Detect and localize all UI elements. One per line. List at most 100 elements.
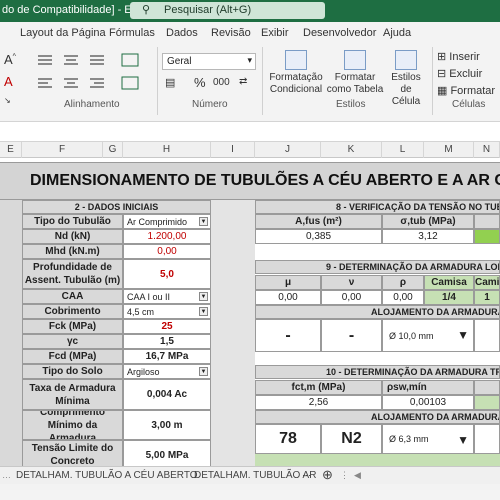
label-mhd: Mhd (kN.m) bbox=[22, 244, 123, 259]
column-header[interactable]: G bbox=[103, 142, 123, 158]
status-bar bbox=[0, 484, 500, 500]
format-button[interactable]: ▦ Formatar bbox=[437, 84, 495, 97]
tab-review[interactable]: Revisão bbox=[211, 27, 251, 39]
currency-icon[interactable]: ▤ bbox=[165, 76, 175, 89]
tab-developer[interactable]: Desenvolvedor bbox=[303, 27, 376, 39]
col-label-sigma-tub: σ,tub (MPa) bbox=[382, 214, 474, 229]
decimal-icon[interactable]: ⇄ bbox=[239, 76, 247, 87]
label-fck: Fck (MPa) bbox=[22, 319, 123, 334]
select-value: Ø 6,3 mm bbox=[389, 434, 429, 444]
chevron-down-icon[interactable]: ▼ bbox=[199, 292, 208, 301]
tab-page-layout[interactable]: Layout da Página bbox=[20, 27, 106, 39]
value-camisa: 1/4 bbox=[424, 290, 474, 305]
green-strip bbox=[255, 454, 500, 466]
value-bar-position-transv: N2 bbox=[321, 424, 382, 454]
column-header[interactable]: I bbox=[211, 142, 255, 158]
scroll-left-icon[interactable]: … bbox=[2, 470, 11, 480]
col-label-mu: μ bbox=[255, 275, 321, 290]
select-cobrimento[interactable]: 4,5 cm ▼ bbox=[123, 304, 211, 319]
dialog-launcher-icon[interactable]: ↘ bbox=[4, 96, 11, 105]
sheet-tab[interactable]: DETALHAM. TUBULÃO A CÉU ABERTO bbox=[16, 470, 198, 481]
label-taxa-armadura: Taxa de Armadura Mínima bbox=[22, 379, 123, 410]
cell-styles-button[interactable]: Estilos de Célula bbox=[386, 50, 426, 108]
column-header[interactable]: N bbox=[474, 142, 500, 158]
conditional-format-button[interactable]: Formatação Condicional bbox=[268, 50, 324, 96]
col-label-fctm: fct,m (MPa) bbox=[255, 380, 382, 395]
chevron-down-icon[interactable]: ▼ bbox=[199, 367, 208, 376]
select-tipo-tubulao[interactable]: Ar Comprimido ▼ bbox=[123, 214, 211, 229]
column-header[interactable]: H bbox=[123, 142, 211, 158]
column-header[interactable]: K bbox=[321, 142, 382, 158]
tab-help[interactable]: Ajuda bbox=[383, 27, 411, 39]
scroll-left-icon[interactable]: ◀ bbox=[354, 470, 361, 481]
input-nd[interactable]: 1.200,00 bbox=[123, 229, 211, 244]
label-comprimento-minimo: Comprimento Mínimo da Armadura bbox=[22, 410, 123, 440]
col-label-psw-min: ρsw,mín bbox=[382, 380, 474, 395]
column-header[interactable]: J bbox=[255, 142, 321, 158]
section-header-8: 8 - VERIFICAÇÃO DA TENSÃO NO TUBULÃO bbox=[255, 200, 500, 214]
value-nu: 0,00 bbox=[321, 290, 382, 305]
conditional-format-icon bbox=[285, 50, 307, 70]
label-profundidade: Profundidade de Assent. Tubulão (m) bbox=[22, 259, 123, 289]
number-format-combo[interactable]: Geral ▾ bbox=[162, 53, 256, 70]
font-size-increase-icon[interactable]: A^ bbox=[4, 52, 16, 67]
formula-bar[interactable] bbox=[0, 122, 500, 142]
tab-formulas[interactable]: Fórmulas bbox=[109, 27, 155, 39]
window-title: do de Compatibilidade] - Excel bbox=[2, 4, 152, 16]
column-header[interactable]: M bbox=[424, 142, 474, 158]
label-nd: Nd (kN) bbox=[22, 229, 123, 244]
margin-strip bbox=[0, 200, 22, 466]
input-profundidade[interactable]: 5,0 bbox=[123, 259, 211, 289]
select-value: Ar Comprimido bbox=[127, 216, 188, 227]
tab-data[interactable]: Dados bbox=[166, 27, 198, 39]
group-label-alignment: Alinhamento bbox=[64, 99, 120, 110]
alignment-icons[interactable] bbox=[30, 51, 150, 95]
col-label-afus: A,fus (m²) bbox=[255, 214, 382, 229]
delete-button[interactable]: ⊟ Excluir bbox=[437, 67, 482, 80]
sheet-tab[interactable]: DETALHAM. TUBULÃO AR bbox=[194, 470, 316, 481]
section-header-9: 9 - DETERMINAÇÃO DA ARMADURA LONGITUDINA… bbox=[255, 260, 500, 274]
column-header[interactable]: F bbox=[22, 142, 103, 158]
more-sheets-icon[interactable]: ⋯ bbox=[302, 470, 311, 481]
section-header-dados-iniciais: 2 - DADOS INICIAIS bbox=[22, 200, 211, 214]
tab-view[interactable]: Exibir bbox=[261, 27, 289, 39]
search-box[interactable]: ⚲ Pesquisar (Alt+G) bbox=[130, 2, 325, 19]
value-camisa-2: 1 bbox=[474, 290, 500, 305]
insert-button[interactable]: ⊞ Inserir bbox=[437, 50, 480, 63]
chevron-down-icon[interactable]: ▼ bbox=[457, 328, 469, 342]
format-as-table-button[interactable]: Formatar como Tabela bbox=[326, 50, 384, 96]
worksheet[interactable]: DIMENSIONAMENTO DE TUBULÕES A CÉU ABERTO… bbox=[0, 158, 500, 466]
group-label-styles: Estilos bbox=[336, 99, 366, 110]
gap-strip bbox=[211, 200, 255, 466]
value-tensao-limite: 5,00 MPa bbox=[123, 440, 211, 466]
sheet-tabs-divider-icon[interactable]: ⋮ bbox=[340, 470, 349, 481]
column-header[interactable]: L bbox=[382, 142, 424, 158]
input-fck[interactable]: 25 bbox=[123, 319, 211, 334]
chevron-down-icon[interactable]: ▼ bbox=[457, 433, 469, 447]
select-tipo-solo[interactable]: Argiloso ▼ bbox=[123, 364, 211, 379]
chevron-down-icon[interactable]: ▼ bbox=[199, 217, 208, 226]
select-caa[interactable]: CAA I ou II ▼ bbox=[123, 289, 211, 304]
value-fctm: 2,56 bbox=[255, 395, 382, 410]
select-value: 4,5 cm bbox=[127, 306, 155, 317]
column-header[interactable]: E bbox=[0, 142, 22, 158]
input-mhd[interactable]: 0,00 bbox=[123, 244, 211, 259]
add-sheet-icon[interactable]: ⊕ bbox=[322, 467, 333, 483]
value-gamma-c: 1,5 bbox=[123, 334, 211, 349]
select-value: CAA I ou II bbox=[127, 291, 171, 302]
spacing-cell-transv bbox=[474, 424, 500, 454]
column-headers: E F G H I J K L M N bbox=[0, 142, 500, 158]
select-bar-diameter-transv[interactable]: Ø 6,3 mm ▼ bbox=[382, 424, 474, 454]
font-color-icon[interactable]: A bbox=[4, 74, 13, 89]
col-label-camisa: Camisa bbox=[424, 275, 474, 290]
sheet-banner-title: DIMENSIONAMENTO DE TUBULÕES A CÉU ABERTO… bbox=[0, 162, 500, 200]
label-gamma-c: γc bbox=[22, 334, 123, 349]
status-ok-cell bbox=[474, 229, 500, 244]
label-tensao-limite: Tensão Limite do Concreto bbox=[22, 440, 123, 466]
select-bar-diameter-long[interactable]: Ø 10,0 mm ▼ bbox=[382, 319, 474, 352]
thousands-button[interactable]: 000 bbox=[213, 77, 230, 88]
chevron-down-icon[interactable]: ▼ bbox=[199, 307, 208, 316]
ribbon-tabs: Layout da Página Fórmulas Dados Revisão … bbox=[0, 22, 500, 44]
percent-button[interactable]: % bbox=[194, 75, 206, 90]
format-as-table-label: Formatar como Tabela bbox=[326, 72, 384, 95]
